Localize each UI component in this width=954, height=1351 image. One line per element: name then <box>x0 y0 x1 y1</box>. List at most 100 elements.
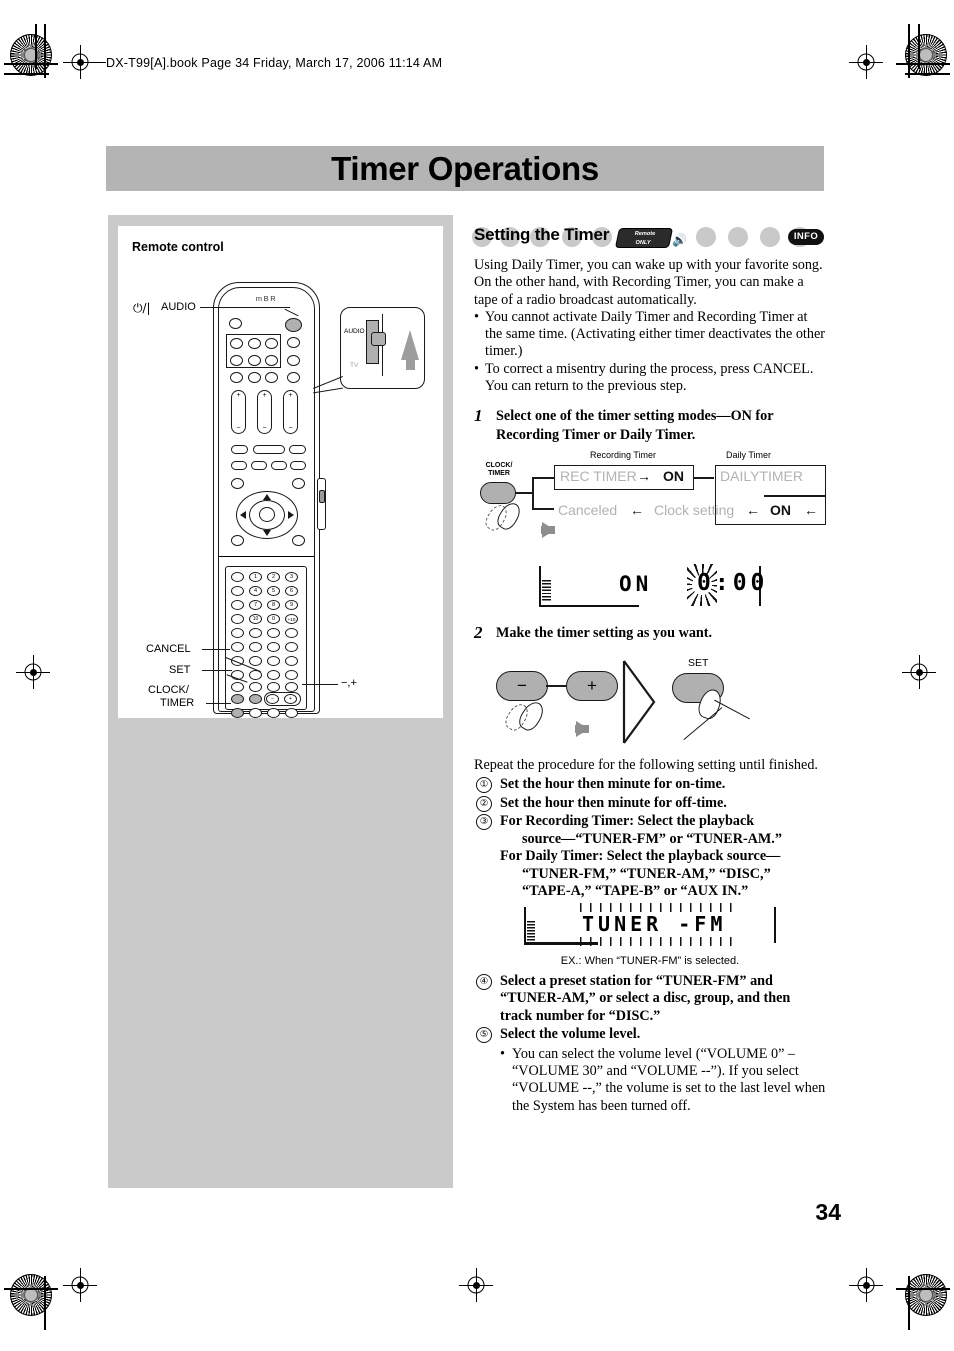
keypad-key-1: 1 <box>249 572 262 582</box>
slider-2-minus: − <box>262 425 267 432</box>
header-dot-6 <box>696 227 716 247</box>
substep-3-cont-4: “TAPE-A,” “TAPE-B” or “AUX IN.” <box>522 883 749 900</box>
slider-2-plus: + <box>262 392 267 399</box>
callout-switch-label-tv: TV <box>350 362 359 369</box>
clock-setting-arrow: ← <box>746 502 760 519</box>
ir-signal-icon: 🔊 <box>672 233 687 247</box>
callout-label-clock-timer-2: TIMER <box>160 697 195 709</box>
crop-mark-tl-v2 <box>35 24 37 69</box>
remote-only-badge: Remote ONLY <box>614 228 674 248</box>
timer-adjust-diagram: − + SET <box>474 649 826 755</box>
keypad-blank-r8c4 <box>285 670 298 680</box>
substep-4: ④ Select a preset station for “TUNER-FM”… <box>474 973 826 1026</box>
remote-button-cancel <box>231 694 244 704</box>
registration-mark-top-right <box>849 45 883 79</box>
clock-timer-knob-label: CLOCK/ TIMER <box>478 462 520 477</box>
keypad-blank-r9c4 <box>285 682 298 692</box>
lcd2-frame-right <box>774 906 776 943</box>
crop-mark-tl-h2 <box>4 73 49 75</box>
slider-1-minus: − <box>236 425 241 432</box>
keypad-key-9: 9 <box>285 600 298 610</box>
substep-3-text: For Recording Timer: Select the playback <box>500 813 755 830</box>
remote-transport-next <box>289 445 306 454</box>
page-title: Timer Operations <box>331 150 599 187</box>
substep-3-cont-2: For Daily Timer: Select the playback sou… <box>500 848 781 865</box>
minus-button-label: − <box>517 675 527 695</box>
substeps-list-continued: ④ Select a preset station for “TUNER-FM”… <box>474 973 826 1115</box>
lead-line-set <box>202 670 232 672</box>
remote-control-caption: Remote control <box>132 240 224 254</box>
clock-timer-knob <box>480 482 516 505</box>
remote-button-src-7 <box>287 355 300 366</box>
remote-transport-prev <box>231 445 248 454</box>
lcd2-level-bars-icon <box>527 920 535 941</box>
registration-mark-top-left <box>63 45 97 79</box>
keypad-blank-r6c3 <box>267 642 280 652</box>
canceled-arrow: ← <box>630 502 644 519</box>
page-title-band: Timer Operations <box>106 146 824 191</box>
lcd-display-timer-on: ON 0:00 <box>539 564 764 610</box>
substep-2-number: ② <box>476 795 492 812</box>
remote-button-dpad-tr <box>292 478 305 489</box>
callout-up-arrow-stem <box>406 358 415 370</box>
substep-4-number: ④ <box>476 973 492 990</box>
callout-label-set: SET <box>169 664 191 676</box>
remote-button-dpad-tl <box>231 478 244 489</box>
rosette-mark-bottom-right <box>905 1274 947 1316</box>
keypad-key-4: 4 <box>249 586 262 596</box>
crop-mark-tl-v <box>44 24 46 78</box>
remote-brand-logo: mBR <box>255 294 278 303</box>
remote-button-top-left <box>229 318 242 329</box>
keypad-key-0: 0 <box>267 614 280 624</box>
remote-side-switch-knob <box>319 490 325 503</box>
keypad-blank-r3 <box>231 600 244 610</box>
header-dot-8 <box>760 227 780 247</box>
keypad-key-7: 7 <box>249 600 262 610</box>
remote-button-row3-4 <box>287 372 300 383</box>
header-rule-left <box>96 62 106 64</box>
remote-button-dpad-br <box>292 535 305 546</box>
diagram-caption-recording-timer: Recording Timer <box>590 450 657 461</box>
daily-on-box-line-top <box>764 495 826 497</box>
daily-timer-on-label: ON <box>770 502 791 519</box>
substep-3-number: ③ <box>476 814 492 831</box>
crop-mark-tr-v2 <box>918 24 920 69</box>
section-intro-bullets: You cannot activate Daily Timer and Reco… <box>474 309 826 395</box>
keypad-blank-r7c2 <box>249 656 262 666</box>
lcd-display-tuner-fm: TUNER -FM <box>524 902 776 951</box>
substep-2: ② Set the hour then minute for off-time. <box>474 795 826 813</box>
remote-button-src-5 <box>248 355 261 366</box>
keypad-key-minus10: +10 <box>285 614 298 624</box>
registration-mark-bottom-left <box>63 1268 97 1302</box>
rosette-mark-bottom-left <box>10 1274 52 1316</box>
remote-button-row3-1 <box>230 372 243 383</box>
slider-3-plus: + <box>288 392 293 399</box>
lcd-level-bars-icon <box>542 580 551 603</box>
lcd-frame-left <box>539 566 541 607</box>
keypad-key-3: 3 <box>285 572 298 582</box>
plus-button-graphic: + <box>566 670 618 701</box>
lead-line-audio <box>200 307 290 309</box>
substeps-list: ① Set the hour then minute for on-time. … <box>474 776 826 901</box>
power-symbol-icon: ⏻/| <box>133 301 151 315</box>
canceled-label: Canceled <box>558 502 618 519</box>
remote-only-badge-line1: Remote <box>634 231 656 237</box>
step-2: 2 Make the timer setting as you want. <box>474 623 826 643</box>
substep-1-text: Set the hour then minute for on-time. <box>500 776 726 793</box>
lcd2-frame-left <box>524 906 526 943</box>
callout-up-arrow-icon <box>401 330 419 360</box>
keypad-blank-r7c4 <box>285 656 298 666</box>
plus-button-label: + <box>587 675 597 695</box>
registration-mark-right-mid <box>902 655 936 689</box>
dpad-left-icon <box>240 511 246 519</box>
callout-label-audio: AUDIO <box>161 301 196 313</box>
keypad-blank-r4 <box>231 614 244 624</box>
intro-bullet-1: You cannot activate Daily Timer and Reco… <box>474 309 826 361</box>
connector-knob-to-rec <box>532 477 554 479</box>
lead-line-cancel <box>202 649 230 651</box>
remote-divider-line <box>219 556 314 558</box>
substep-5-bullet-1: You can select the volume level (“VOLUME… <box>500 1046 826 1115</box>
remote-transport-row2-3 <box>271 461 287 470</box>
keypad-key-2: 2 <box>267 572 280 582</box>
rec-timer-on-label: ON <box>663 468 684 485</box>
